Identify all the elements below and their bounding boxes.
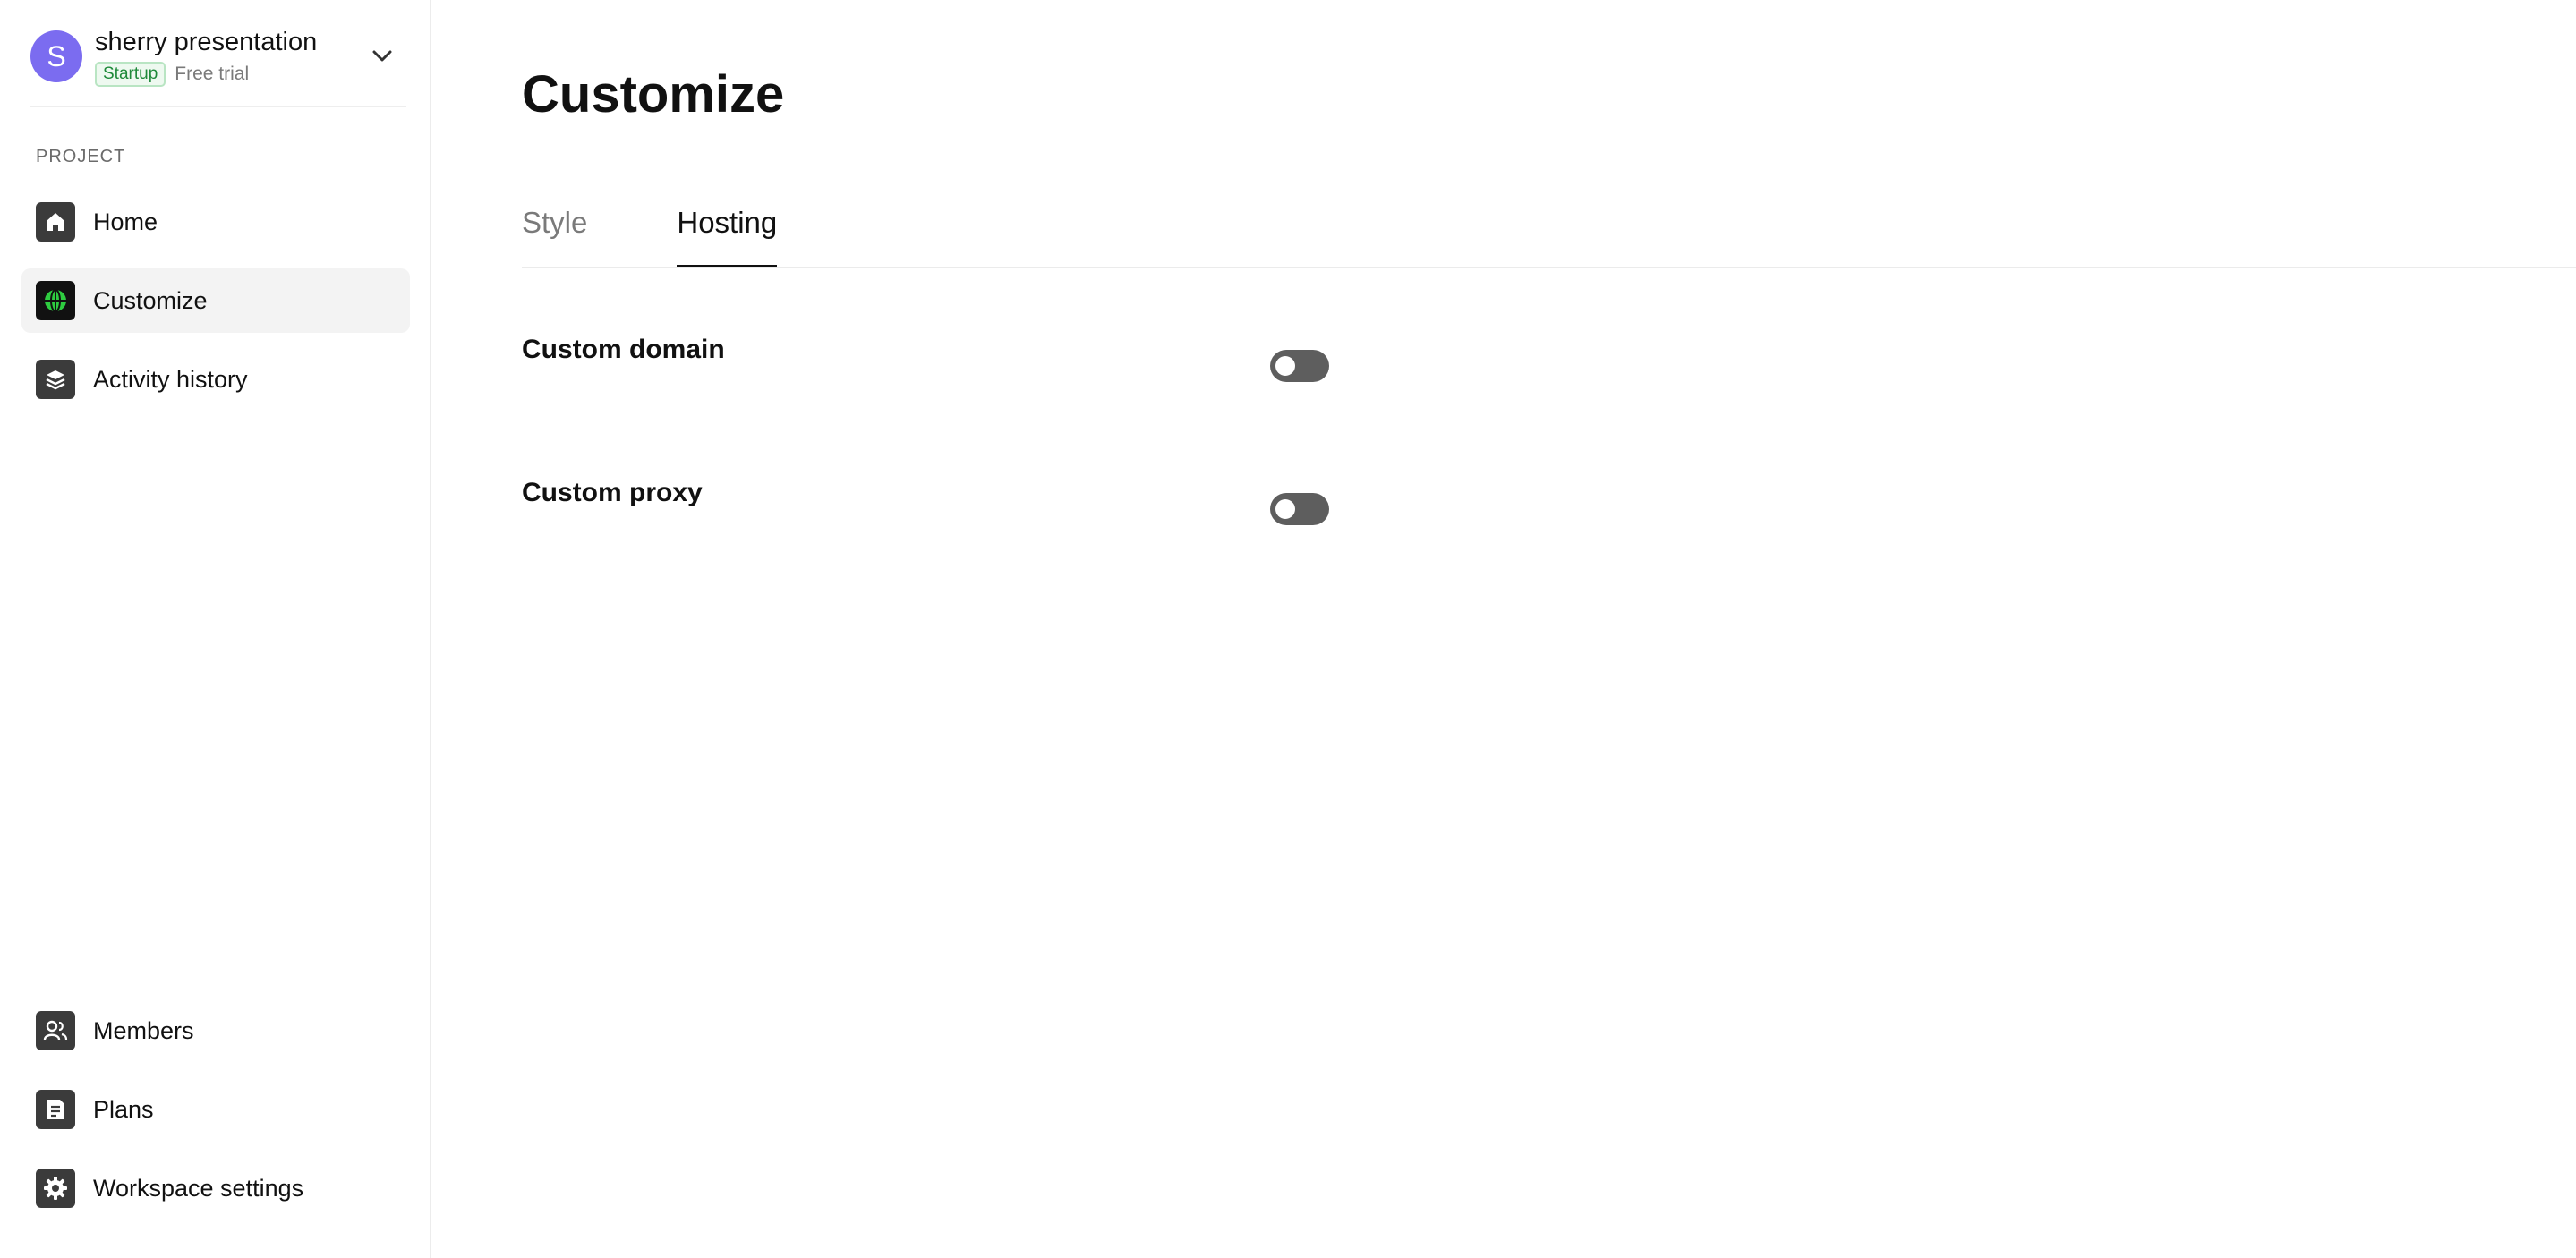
document-icon: [36, 1090, 75, 1129]
sidebar-item-activity-history[interactable]: Activity history: [21, 347, 410, 412]
tab-hosting[interactable]: Hosting: [677, 199, 777, 268]
sidebar-divider: [30, 106, 406, 107]
trial-label: Free trial: [175, 64, 250, 84]
globe-icon: [36, 281, 75, 320]
tab-bar: Style Hosting: [522, 199, 866, 270]
sidebar-item-label: Customize: [93, 286, 208, 314]
toggle-knob: [1275, 499, 1295, 519]
sidebar-item-home[interactable]: Home: [21, 190, 410, 254]
layers-icon: [36, 360, 75, 399]
workspace-meta: Startup Free trial: [95, 62, 317, 87]
sidebar-item-label: Home: [93, 208, 158, 235]
sidebar-item-plans[interactable]: Plans: [21, 1077, 410, 1142]
section-label-project: PROJECT: [36, 147, 126, 166]
workspace-avatar: S: [30, 30, 82, 82]
tab-style[interactable]: Style: [522, 199, 587, 268]
tab-bar-divider: [522, 267, 2576, 268]
sidebar-item-customize[interactable]: Customize: [21, 268, 410, 333]
workspace-switcher[interactable]: S sherry presentation Startup Free trial: [30, 25, 397, 88]
toggle-knob: [1275, 356, 1295, 376]
sidebar-item-label: Workspace settings: [93, 1174, 304, 1202]
custom-domain-label: Custom domain: [522, 335, 725, 364]
sidebar: S sherry presentation Startup Free trial…: [0, 0, 431, 1258]
page-title: Customize: [522, 65, 785, 123]
members-icon: [36, 1011, 75, 1050]
sidebar-item-label: Members: [93, 1016, 194, 1044]
sidebar-item-label: Plans: [93, 1095, 154, 1123]
app-window: S sherry presentation Startup Free trial…: [0, 0, 2576, 1258]
sidebar-item-workspace-settings[interactable]: Workspace settings: [21, 1156, 410, 1220]
sidebar-item-members[interactable]: Members: [21, 999, 410, 1063]
workspace-name: sherry presentation: [95, 28, 318, 56]
workspace-info: sherry presentation Startup Free trial: [95, 26, 317, 87]
gear-icon: [36, 1169, 75, 1208]
plan-badge: Startup: [95, 62, 166, 87]
custom-domain-toggle[interactable]: [1270, 350, 1329, 382]
main-content: Customize Style Hosting Custom domain Cu…: [431, 0, 2576, 1258]
chevron-down-icon[interactable]: [367, 41, 397, 72]
custom-proxy-label: Custom proxy: [522, 478, 703, 507]
home-icon: [36, 202, 75, 242]
sidebar-item-label: Activity history: [93, 365, 248, 393]
custom-proxy-toggle[interactable]: [1270, 493, 1329, 525]
